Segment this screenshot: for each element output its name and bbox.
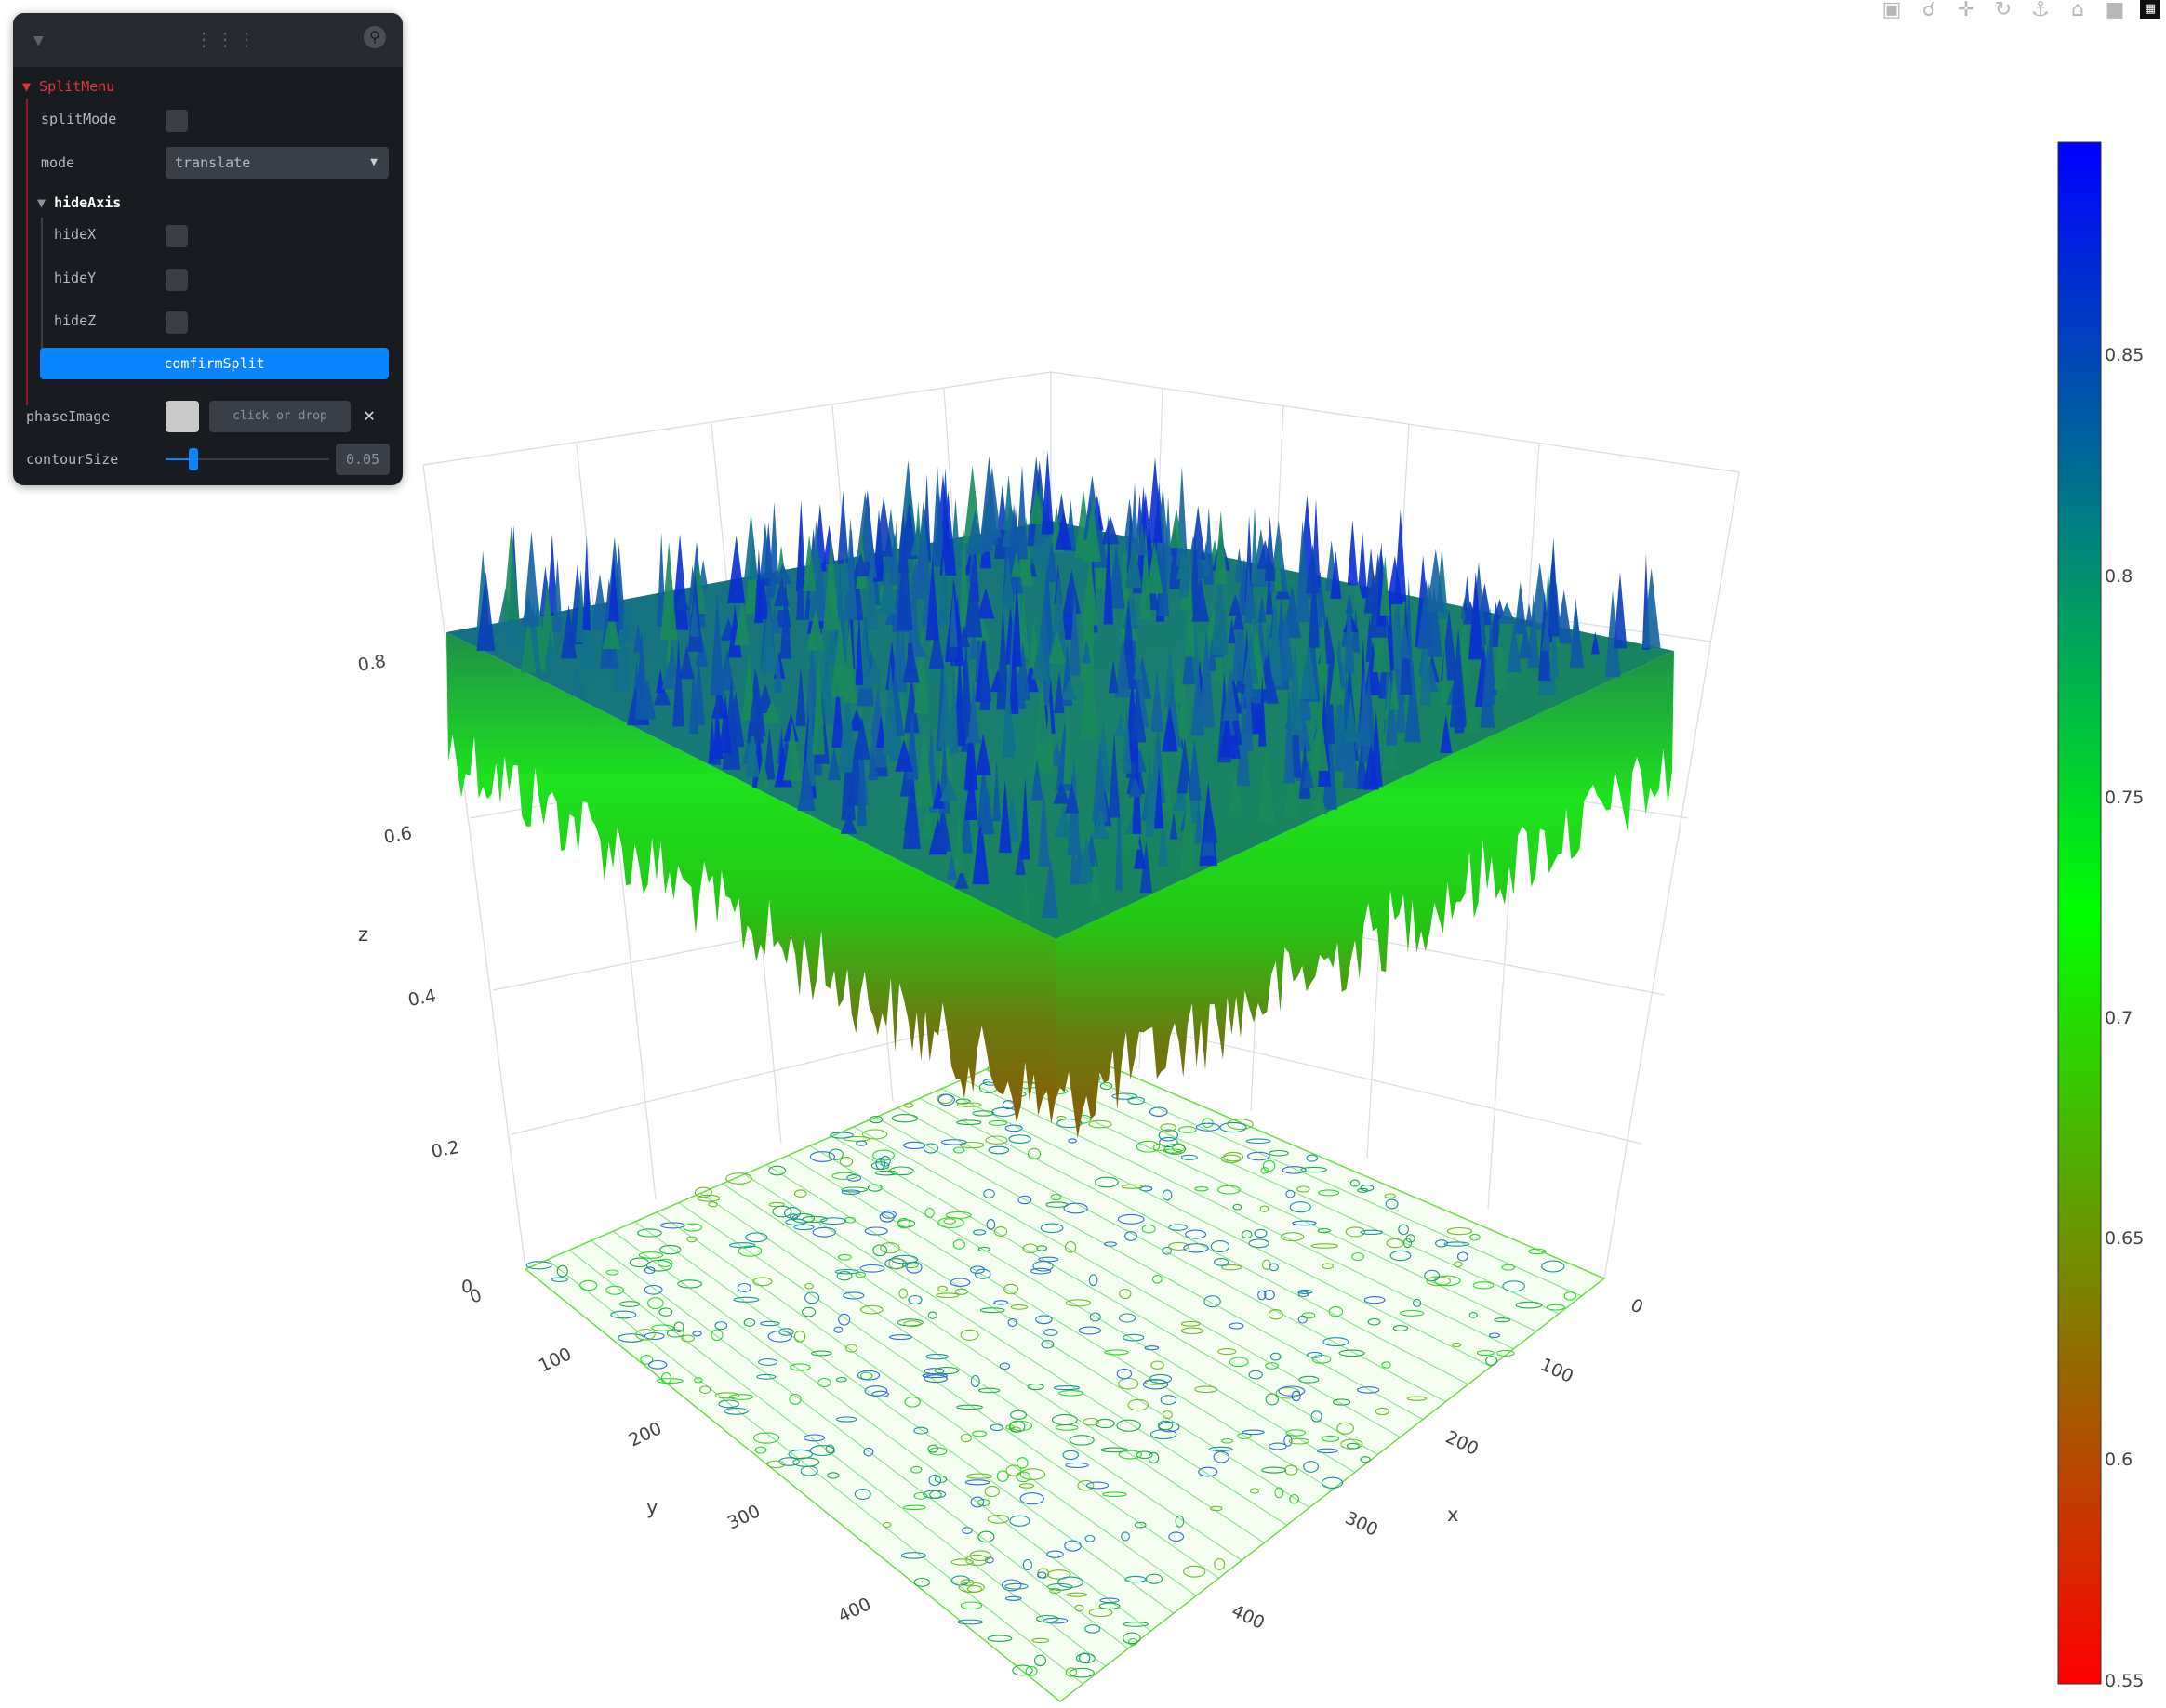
- x-tick-200: 200: [1442, 1427, 1482, 1460]
- hide-y-checkbox[interactable]: [166, 269, 188, 291]
- y-tick-300: 300: [724, 1501, 764, 1533]
- surface-spike: [837, 491, 849, 564]
- split-mode-label: splitMode: [41, 111, 117, 127]
- plotly-logo-icon[interactable]: ▦: [2140, 0, 2160, 19]
- chevron-down-icon: ▼: [370, 155, 378, 169]
- surface-spike: [1041, 450, 1055, 535]
- turntable-icon[interactable]: ⚓: [2028, 0, 2053, 20]
- z-tick-0.2: 0.2: [430, 1137, 461, 1162]
- surface-spike: [1101, 515, 1120, 545]
- surface-spike: [1214, 510, 1228, 584]
- surface-spike: [523, 531, 540, 627]
- surface: [446, 450, 1674, 1139]
- home-icon[interactable]: ⌂: [2066, 0, 2090, 20]
- y-tick-0: 0: [467, 1285, 485, 1308]
- colorbar-tick-0.8: 0.8: [2105, 566, 2133, 587]
- surface-spike: [582, 536, 591, 630]
- contour-size-input[interactable]: 0.05: [336, 444, 390, 475]
- x-tick-100: 100: [1537, 1355, 1576, 1387]
- hide-x-label: hideX: [54, 226, 97, 243]
- camera-icon[interactable]: ▣: [1880, 0, 1904, 20]
- z-tick-0.4: 0.4: [406, 986, 438, 1011]
- surface-spike: [1176, 466, 1189, 567]
- pan-icon[interactable]: ✛: [1954, 0, 1978, 20]
- surface-spike: [856, 491, 874, 562]
- x-axis-label: x: [1447, 1503, 1458, 1526]
- z-axis-label: z: [358, 923, 368, 946]
- colorbar-tick-0.65: 0.65: [2105, 1228, 2144, 1249]
- y-tick-100: 100: [536, 1344, 575, 1376]
- contour-size-slider-knob[interactable]: [188, 448, 198, 470]
- colorbar-tick-0.85: 0.85: [2105, 345, 2144, 365]
- mode-label: mode: [41, 154, 75, 171]
- hide-axis-title: hideAxis: [54, 194, 122, 211]
- colorbar-tick-0.55: 0.55: [2105, 1671, 2144, 1691]
- hide-x-checkbox[interactable]: [166, 225, 188, 247]
- x-tick-0: 0: [1628, 1295, 1646, 1318]
- phase-image-preview[interactable]: [166, 401, 199, 432]
- contour-projection: [524, 1040, 1606, 1702]
- z-tick-0.8: 0.8: [356, 651, 388, 676]
- folder-hide-axis[interactable]: ▼ hideAxis: [37, 194, 121, 211]
- phase-image-label: phaseImage: [26, 408, 111, 425]
- mode-select[interactable]: translate ▼: [166, 147, 389, 179]
- control-panel: ▼ ⋮⋮⋮ ⚲ ▼ SplitMenu splitMode mode trans…: [13, 13, 403, 485]
- drag-grip-icon[interactable]: ⋮⋮⋮: [194, 28, 259, 50]
- folder-title-label: SplitMenu: [39, 78, 115, 95]
- surface-spike: [1016, 465, 1029, 560]
- surface-spike: [502, 525, 520, 621]
- panel-header[interactable]: ▼ ⋮⋮⋮ ⚲: [13, 13, 403, 68]
- camera-video-icon[interactable]: ■: [2103, 0, 2127, 20]
- contour-size-label: contourSize: [26, 451, 119, 468]
- confirm-split-button[interactable]: comfirmSplit: [40, 348, 389, 379]
- y-axis-label: y: [646, 1496, 658, 1518]
- surface-spike: [1514, 581, 1527, 634]
- colorbar-tick-0.6: 0.6: [2105, 1450, 2133, 1470]
- file-drop-zone[interactable]: click or drop: [209, 401, 351, 432]
- y-tick-200: 200: [626, 1418, 665, 1450]
- hide-y-label: hideY: [54, 270, 97, 286]
- search-icon[interactable]: ⚲: [364, 26, 386, 48]
- hide-z-checkbox[interactable]: [166, 311, 188, 334]
- y-tick-400: 400: [835, 1594, 874, 1626]
- z-tick-0.6: 0.6: [382, 823, 414, 848]
- zoom-icon[interactable]: ☌: [1917, 0, 1941, 20]
- folder-split-menu[interactable]: ▼ SplitMenu: [22, 78, 114, 95]
- x-tick-400: 400: [1229, 1601, 1268, 1634]
- chevron-down-icon[interactable]: ▼: [33, 31, 44, 50]
- folder-indent-bar: [26, 99, 28, 405]
- subfolder-indent-bar: [41, 218, 43, 351]
- surface-spike: [1613, 572, 1628, 649]
- mode-select-value: translate: [175, 154, 251, 171]
- colorbar-tick-0.75: 0.75: [2105, 788, 2144, 808]
- surface-spike: [1525, 602, 1534, 627]
- caret-down-icon: ▼: [37, 194, 47, 211]
- close-icon[interactable]: ✕: [364, 404, 375, 426]
- split-mode-checkbox[interactable]: [166, 110, 188, 132]
- x-tick-300: 300: [1342, 1508, 1381, 1541]
- surface-spike: [744, 511, 759, 580]
- modebar: ▣ ☌ ✛ ↻ ⚓ ⌂ ■ ▦: [1880, 0, 2166, 20]
- surface-spike: [823, 524, 835, 564]
- surface-spike: [727, 535, 746, 603]
- surface-spike: [1347, 519, 1359, 586]
- colorbar-tick-0.7: 0.7: [2105, 1008, 2133, 1028]
- hide-z-label: hideZ: [54, 312, 97, 329]
- colorbar: 0.85 0.8 0.75 0.7 0.65 0.6 0.55: [2057, 141, 2144, 1691]
- orbit-icon[interactable]: ↻: [1991, 0, 2015, 20]
- surface-spike: [1251, 507, 1258, 583]
